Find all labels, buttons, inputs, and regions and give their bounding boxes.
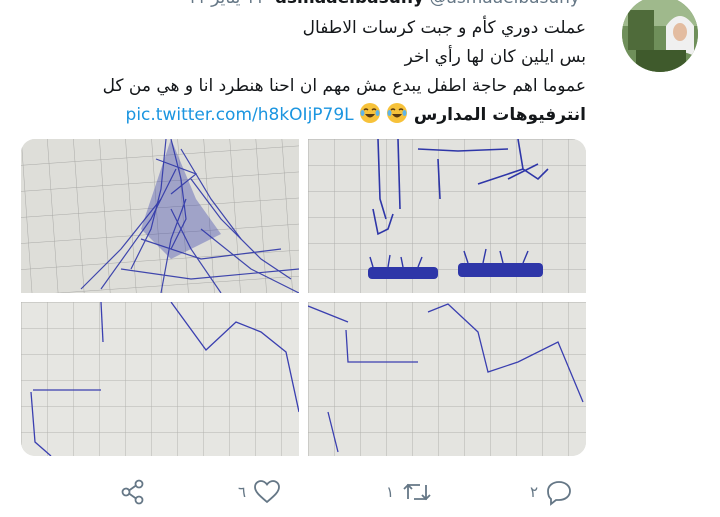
photo-1[interactable] (21, 139, 299, 293)
hashtag[interactable]: انترفيوهات المدارس (414, 105, 586, 125)
photo-2[interactable] (308, 139, 586, 293)
tweet-header: asmaaelbasuny @asmaaelbasuny ١١ يناير ١١ (188, 0, 587, 10)
author-handle[interactable]: @asmaaelbasuny (429, 0, 580, 8)
laughing-crying-emoji-icon (359, 102, 381, 124)
retweet-count: ١ (386, 483, 395, 501)
tweet-line-3: عموما اهم حاجة اطفل يبدع مش مهم ان احنا … (102, 76, 586, 96)
reply-button[interactable]: ٢ (530, 476, 574, 508)
tweet-line-1: عملت دوري كأم و جبت كرسات الاطفال (302, 18, 586, 38)
share-icon (118, 477, 148, 507)
share-button[interactable] (118, 476, 148, 508)
author-name[interactable]: asmaaelbasuny (275, 0, 424, 8)
media-grid (21, 139, 586, 456)
tweet-line-2: بس ايلين كان لها رأي اخر (404, 47, 586, 67)
photo-3[interactable] (21, 302, 299, 456)
tweet-line-4: انترفيوهات المدارس pic.twitter.com/h8kOI… (26, 101, 586, 130)
retweet-button[interactable]: ١ (386, 476, 434, 508)
reply-icon (544, 477, 574, 507)
media-link[interactable]: pic.twitter.com/h8kOIjP79L (126, 105, 354, 125)
tweet-actions: ٦ ١ ٢ (0, 476, 720, 508)
reply-count: ٢ (530, 483, 539, 501)
heart-icon (252, 477, 282, 507)
retweet-icon (400, 477, 434, 507)
photo-4[interactable] (308, 302, 586, 456)
tweet-text: عملت دوري كأم و جبت كرسات الاطفال بس ايل… (26, 14, 586, 130)
avatar[interactable] (622, 0, 698, 72)
tweet-timestamp[interactable]: ١١ يناير ١١ (188, 0, 265, 8)
like-button[interactable]: ٦ (238, 476, 282, 508)
like-count: ٦ (238, 483, 247, 501)
laughing-crying-emoji-icon (386, 102, 408, 124)
